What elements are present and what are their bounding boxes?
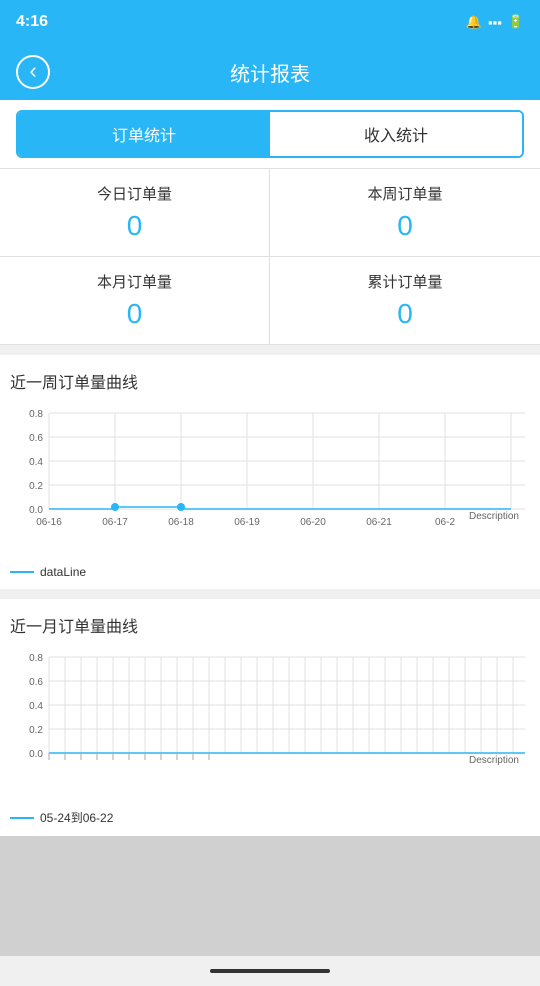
svg-text:Description: Description bbox=[469, 755, 519, 766]
svg-text:0.2: 0.2 bbox=[29, 481, 43, 492]
svg-text:Description: Description bbox=[469, 511, 519, 522]
stat-today-value: 0 bbox=[10, 210, 259, 242]
tab-order-stats[interactable]: 订单统计 bbox=[18, 112, 270, 156]
svg-text:0.8: 0.8 bbox=[29, 653, 43, 664]
svg-text:0.4: 0.4 bbox=[29, 701, 43, 712]
page-title: 统计报表 bbox=[230, 58, 310, 87]
month-chart-svg: 0.8 0.6 0.4 0.2 0.0 bbox=[10, 645, 530, 785]
stat-month-label: 本月订单量 bbox=[10, 271, 259, 292]
stat-total-label: 累计订单量 bbox=[280, 271, 530, 292]
stat-today-label: 今日订单量 bbox=[10, 183, 259, 204]
back-button[interactable] bbox=[16, 55, 50, 89]
stat-total-value: 0 bbox=[280, 298, 530, 330]
week-legend-label: dataLine bbox=[40, 565, 86, 579]
svg-text:06-16: 06-16 bbox=[36, 517, 62, 528]
tab-bar: 订单统计 收入统计 bbox=[0, 100, 540, 169]
month-chart-legend: 05-24到06-22 bbox=[10, 809, 530, 826]
svg-text:06-21: 06-21 bbox=[366, 517, 392, 528]
legend-line-week bbox=[10, 571, 34, 573]
stat-week-label: 本周订单量 bbox=[280, 183, 530, 204]
svg-text:06-19: 06-19 bbox=[234, 517, 260, 528]
month-chart-title: 近一月订单量曲线 bbox=[10, 613, 530, 637]
home-indicator bbox=[0, 956, 540, 986]
stat-week-value: 0 bbox=[280, 210, 530, 242]
stat-month-orders: 本月订单量 0 bbox=[0, 257, 270, 344]
stat-today-orders: 今日订单量 0 bbox=[0, 169, 270, 257]
tab-revenue-stats[interactable]: 收入统计 bbox=[270, 112, 522, 156]
week-chart-section: 近一周订单量曲线 0.8 0.6 0.4 0.2 0.0 bbox=[0, 355, 540, 589]
status-time: 4:16 bbox=[16, 13, 48, 31]
status-icons: 🔔 ▪▪▪ 🔋 bbox=[466, 14, 524, 30]
svg-text:0.4: 0.4 bbox=[29, 457, 43, 468]
home-bar bbox=[210, 969, 330, 973]
svg-text:0.6: 0.6 bbox=[29, 433, 43, 444]
svg-text:0.0: 0.0 bbox=[29, 749, 43, 760]
svg-text:0.0: 0.0 bbox=[29, 505, 43, 516]
svg-text:06-20: 06-20 bbox=[300, 517, 326, 528]
svg-text:06-17: 06-17 bbox=[102, 517, 128, 528]
stats-grid: 今日订单量 0 本周订单量 0 本月订单量 0 累计订单量 0 bbox=[0, 169, 540, 345]
svg-text:0.8: 0.8 bbox=[29, 409, 43, 420]
month-chart-container: 0.8 0.6 0.4 0.2 0.0 bbox=[10, 645, 530, 805]
week-chart-svg: 0.8 0.6 0.4 0.2 0.0 bbox=[10, 401, 530, 541]
notification-icon: 🔔 bbox=[466, 14, 482, 30]
status-bar: 4:16 🔔 ▪▪▪ 🔋 bbox=[0, 0, 540, 44]
wifi-icon: ▪▪▪ bbox=[488, 15, 502, 30]
svg-text:06-2: 06-2 bbox=[435, 517, 455, 528]
week-chart-container: 0.8 0.6 0.4 0.2 0.0 bbox=[10, 401, 530, 561]
week-chart-title: 近一周订单量曲线 bbox=[10, 369, 530, 393]
svg-text:06-18: 06-18 bbox=[168, 517, 194, 528]
svg-text:0.6: 0.6 bbox=[29, 677, 43, 688]
stat-week-orders: 本周订单量 0 bbox=[270, 169, 540, 257]
month-chart-section: 近一月订单量曲线 0.8 0.6 0.4 0.2 0.0 bbox=[0, 599, 540, 836]
stat-total-orders: 累计订单量 0 bbox=[270, 257, 540, 344]
header: 统计报表 bbox=[0, 44, 540, 100]
week-chart-legend: dataLine bbox=[10, 565, 530, 579]
bottom-area bbox=[0, 836, 540, 956]
stat-month-value: 0 bbox=[10, 298, 259, 330]
legend-line-month bbox=[10, 817, 34, 819]
svg-text:0.2: 0.2 bbox=[29, 725, 43, 736]
battery-icon: 🔋 bbox=[508, 14, 524, 30]
tab-group: 订单统计 收入统计 bbox=[16, 110, 524, 158]
month-legend-label: 05-24到06-22 bbox=[40, 809, 113, 826]
